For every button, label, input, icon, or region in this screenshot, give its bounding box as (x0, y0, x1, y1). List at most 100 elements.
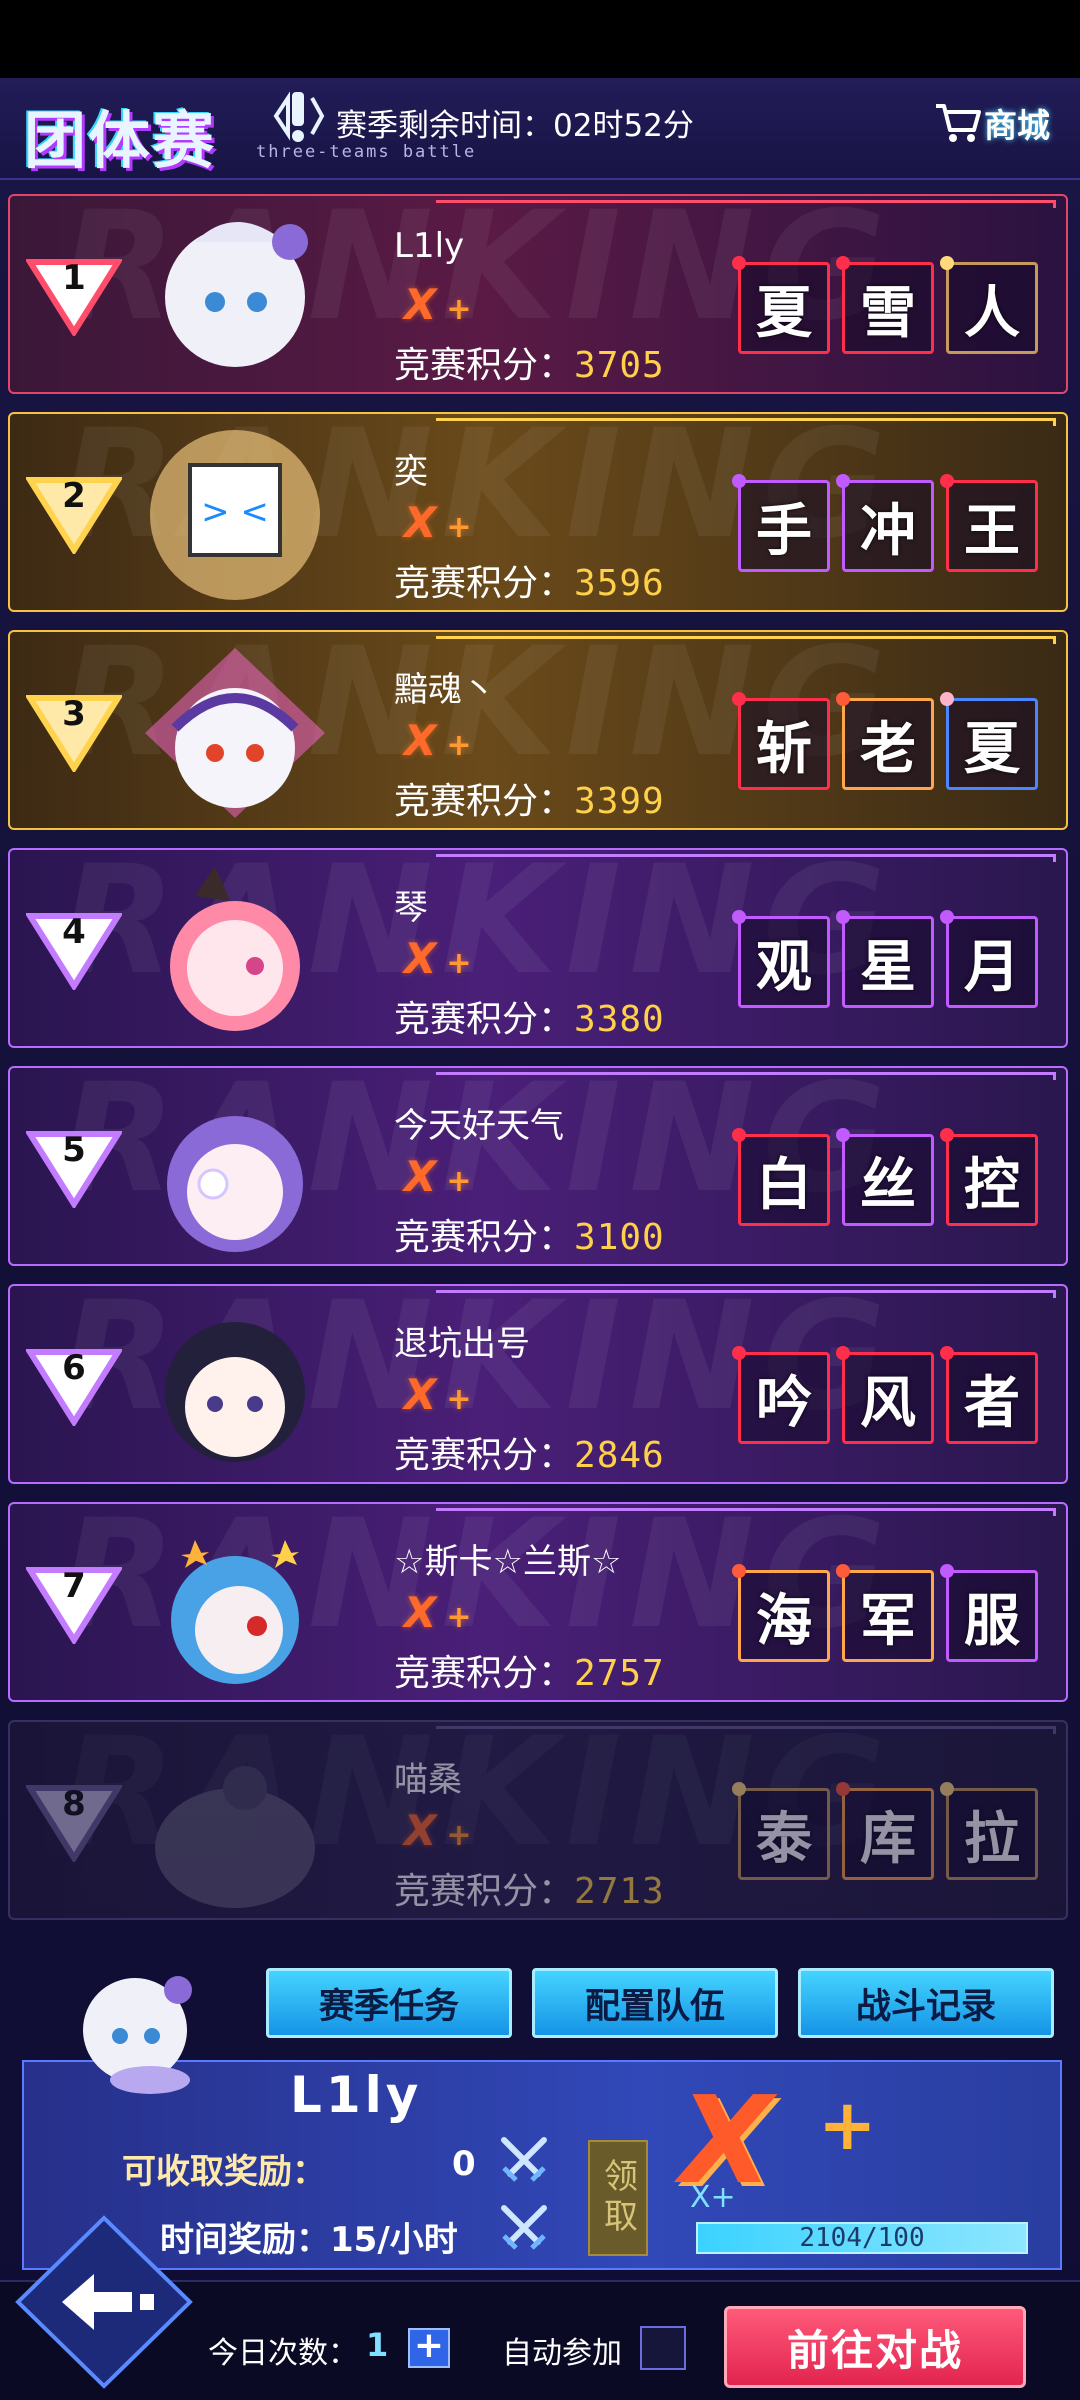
go-battle-button[interactable]: 前往对战 (724, 2306, 1026, 2388)
title-tag: 白 (732, 1128, 830, 1226)
card-frame-line (436, 636, 1056, 644)
player-avatar[interactable] (135, 1728, 335, 1918)
score-value: 3705 (574, 345, 665, 386)
battle-log-button[interactable]: 战斗记录 (798, 1968, 1054, 2038)
score-line: 竞赛积分：2713 (394, 1862, 665, 1914)
tier-letter: X (404, 1588, 437, 1637)
score-label: 竞赛积分： (394, 345, 575, 386)
score-value: 2846 (574, 1435, 665, 1476)
cart-icon (936, 104, 981, 142)
title-tag: 王 (940, 474, 1038, 572)
auto-join-checkbox[interactable] (640, 2326, 686, 2370)
rank-row[interactable]: RANKING 5 今天好天气 X + 竞赛积分：3100 白 丝 控 (8, 1066, 1068, 1266)
card-frame-line (436, 1072, 1056, 1080)
player-avatar[interactable] (135, 856, 335, 1046)
rank-row[interactable]: RANKING 1 L1ly X + 竞赛积分：3705 夏 雪 人 (8, 194, 1068, 394)
action-tabs: 赛季任务 配置队伍 战斗记录 (266, 1968, 1054, 2038)
title-tag: 夏 (940, 692, 1038, 790)
add-count-button[interactable]: + (408, 2328, 450, 2368)
my-avatar[interactable] (60, 1960, 210, 2100)
rank-number: 5 (62, 1130, 86, 1170)
title-tag: 老 (836, 692, 934, 790)
back-button[interactable] (14, 2214, 194, 2390)
daily-count-value: 1 (366, 2326, 389, 2364)
tier-progress-bar: 2104/100 (696, 2222, 1028, 2254)
tier-badge: X + (404, 280, 472, 329)
rank-number: 8 (62, 1784, 86, 1824)
player-avatar[interactable] (135, 1292, 335, 1482)
tier-letter: X (404, 1152, 437, 1201)
shop-label: 商城 (984, 106, 1050, 145)
player-name: 今天好天气 (394, 1106, 564, 1146)
title-tag: 军 (836, 1564, 934, 1662)
tier-plus: + (446, 1164, 472, 1199)
card-frame-line (436, 418, 1056, 426)
score-label: 竞赛积分： (394, 1435, 575, 1476)
rank-number: 3 (62, 694, 86, 734)
score-value: 3399 (574, 781, 665, 822)
rank-number: 4 (62, 912, 86, 952)
tier-plus: + (446, 1600, 472, 1635)
title-tag: 者 (940, 1346, 1038, 1444)
claim-reward-button[interactable]: 领取 (588, 2140, 648, 2256)
title-tags: 泰 库 拉 (732, 1782, 1038, 1880)
title-tag: 月 (940, 910, 1038, 1008)
season-tasks-button[interactable]: 赛季任务 (266, 1968, 512, 2038)
rank-row[interactable]: RANKING 4 琴 X + 竞赛积分：3380 观 星 月 (8, 848, 1068, 1048)
rank-row[interactable]: RANKING 8 喵桑 X + 竞赛积分：2713 泰 库 拉 (8, 1720, 1068, 1920)
title-tag: 人 (940, 256, 1038, 354)
tier-badge: X + (404, 498, 472, 547)
player-name: L1ly (394, 226, 465, 266)
auto-join-label: 自动参加 (502, 2336, 622, 2371)
claimable-reward-value: 0 (452, 2144, 476, 2184)
shop-button[interactable]: 商城 (934, 96, 1060, 150)
player-avatar[interactable]: > < (135, 420, 335, 610)
player-avatar[interactable] (135, 638, 335, 828)
tier-plus: + (446, 728, 472, 763)
rank-row[interactable]: RANKING 7 ☆斯卡☆兰斯☆ X + 竞赛积分：2757 海 军 服 (8, 1502, 1068, 1702)
score-value: 3380 (574, 999, 665, 1040)
title-tag: 夏 (732, 256, 830, 354)
score-line: 竞赛积分：2757 (394, 1644, 665, 1696)
rank-number: 7 (62, 1566, 86, 1606)
player-avatar[interactable] (135, 1074, 335, 1264)
score-line: 竞赛积分：3380 (394, 990, 665, 1042)
rank-number: 2 (62, 476, 86, 516)
rank-number: 1 (62, 258, 86, 298)
tier-plus: + (446, 946, 472, 981)
score-line: 竞赛积分：3596 (394, 554, 665, 606)
tier-plus: + (446, 292, 472, 327)
tier-letter: X (404, 716, 437, 765)
tier-badge: X + (404, 1152, 472, 1201)
player-avatar[interactable] (135, 1510, 335, 1700)
score-label: 竞赛积分： (394, 1871, 575, 1912)
tier-plus: + (446, 1818, 472, 1853)
my-tier-label: X+ (690, 2180, 736, 2215)
tier-letter: X (404, 934, 437, 983)
tier-letter: X (404, 1806, 437, 1855)
tier-plus: + (446, 510, 472, 545)
page-title: 团体赛 (24, 104, 217, 177)
time-reward-label: 时间奖励：15/小时 (160, 2220, 458, 2260)
title-tag: 吟 (732, 1346, 830, 1444)
my-name: L1ly (290, 2066, 423, 2124)
status-bar (0, 0, 1080, 78)
alert-icon[interactable] (262, 86, 326, 146)
team-config-button[interactable]: 配置队伍 (532, 1968, 778, 2038)
score-line: 竞赛积分：3705 (394, 336, 665, 388)
title-tag: 手 (732, 474, 830, 572)
player-name: 琴 (394, 888, 428, 928)
player-name: 黯魂丶 (394, 670, 496, 710)
rank-row[interactable]: RANKING 3 黯魂丶 X + 竞赛积分：3399 斩 老 夏 (8, 630, 1068, 830)
title-tags: 观 星 月 (732, 910, 1038, 1008)
page-subtitle: three-teams battle (256, 142, 477, 162)
score-value: 3596 (574, 563, 665, 604)
tier-plus: + (446, 1382, 472, 1417)
card-frame-line (436, 854, 1056, 862)
player-name: 喵桑 (394, 1760, 462, 1800)
score-label: 竞赛积分： (394, 563, 575, 604)
rank-row[interactable]: RANKING 2 > < 奕 X + 竞赛积分：3596 手 冲 王 (8, 412, 1068, 612)
rank-row[interactable]: RANKING 6 退坑出号 X + 竞赛积分：2846 吟 风 者 (8, 1284, 1068, 1484)
player-avatar[interactable] (135, 202, 335, 392)
title-tag: 丝 (836, 1128, 934, 1226)
